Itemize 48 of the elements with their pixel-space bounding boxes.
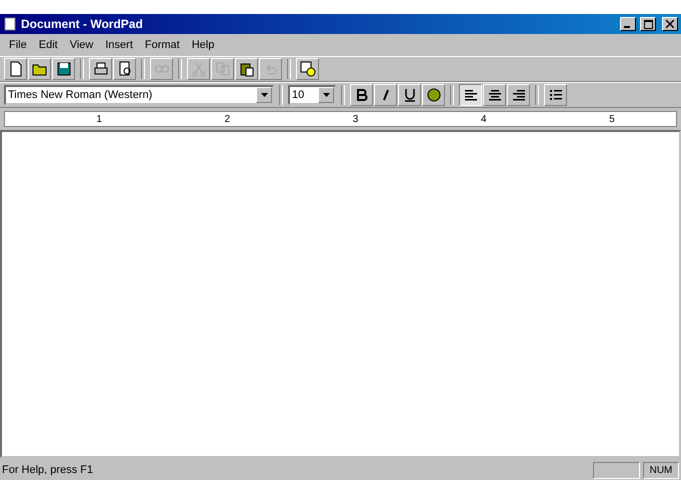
font-dropdown[interactable]: Times New Roman (Western) xyxy=(4,85,274,105)
menu-item[interactable]: Insert xyxy=(100,38,138,52)
new-document-icon xyxy=(8,61,24,77)
menu-item[interactable]: File xyxy=(4,38,32,52)
maximize-icon xyxy=(644,20,652,28)
ruler-number: 5 xyxy=(609,114,615,124)
toolbar-button[interactable] xyxy=(28,58,51,80)
minimize-button[interactable] xyxy=(620,17,636,31)
calendar-clock-icon xyxy=(300,61,316,77)
ruler-number: 1 xyxy=(96,114,102,124)
toolbar-button[interactable] xyxy=(235,58,258,80)
align-center-icon xyxy=(486,87,502,103)
close-icon xyxy=(666,20,674,28)
dropdown-button[interactable] xyxy=(318,87,334,103)
menu-item[interactable]: View xyxy=(64,38,98,52)
menu-item[interactable]: Format xyxy=(140,38,185,52)
toolbar-button[interactable] xyxy=(89,58,112,80)
toolbar-button[interactable] xyxy=(113,58,136,80)
status-pane xyxy=(593,462,640,478)
format-button[interactable] xyxy=(459,84,482,106)
toolbar-button[interactable] xyxy=(296,58,319,80)
status-text: For Help, press F1 xyxy=(2,464,94,476)
document-icon xyxy=(3,17,17,31)
printer-icon xyxy=(92,61,108,77)
close-button[interactable] xyxy=(662,17,678,31)
palette-icon xyxy=(426,87,442,103)
toolbar-button[interactable] xyxy=(52,58,75,80)
dropdown-button[interactable] xyxy=(256,87,272,103)
toolbar-button[interactable] xyxy=(4,58,27,80)
caret-icon xyxy=(260,93,268,97)
size-dropdown[interactable]: 10 xyxy=(288,85,336,105)
menu-item[interactable]: Help xyxy=(186,38,220,52)
align-right-icon xyxy=(510,87,526,103)
copy-icon xyxy=(214,61,230,77)
ruler-number: 2 xyxy=(224,114,230,124)
align-left-icon xyxy=(462,87,478,103)
maximize-button[interactable] xyxy=(640,17,656,31)
window-title: Document - WordPad xyxy=(21,17,144,31)
binoculars-icon xyxy=(154,65,168,73)
ruler-number: 4 xyxy=(480,114,486,124)
num-lock-indicator: NUM xyxy=(643,462,679,478)
ruler-number: 3 xyxy=(352,114,358,124)
page-magnifier-icon xyxy=(116,61,132,77)
scissors-icon xyxy=(190,61,206,77)
clipboard-icon xyxy=(238,61,254,77)
caret-icon xyxy=(322,93,330,97)
menu-item[interactable]: Edit xyxy=(34,38,63,52)
bullet-list-icon xyxy=(548,87,564,103)
